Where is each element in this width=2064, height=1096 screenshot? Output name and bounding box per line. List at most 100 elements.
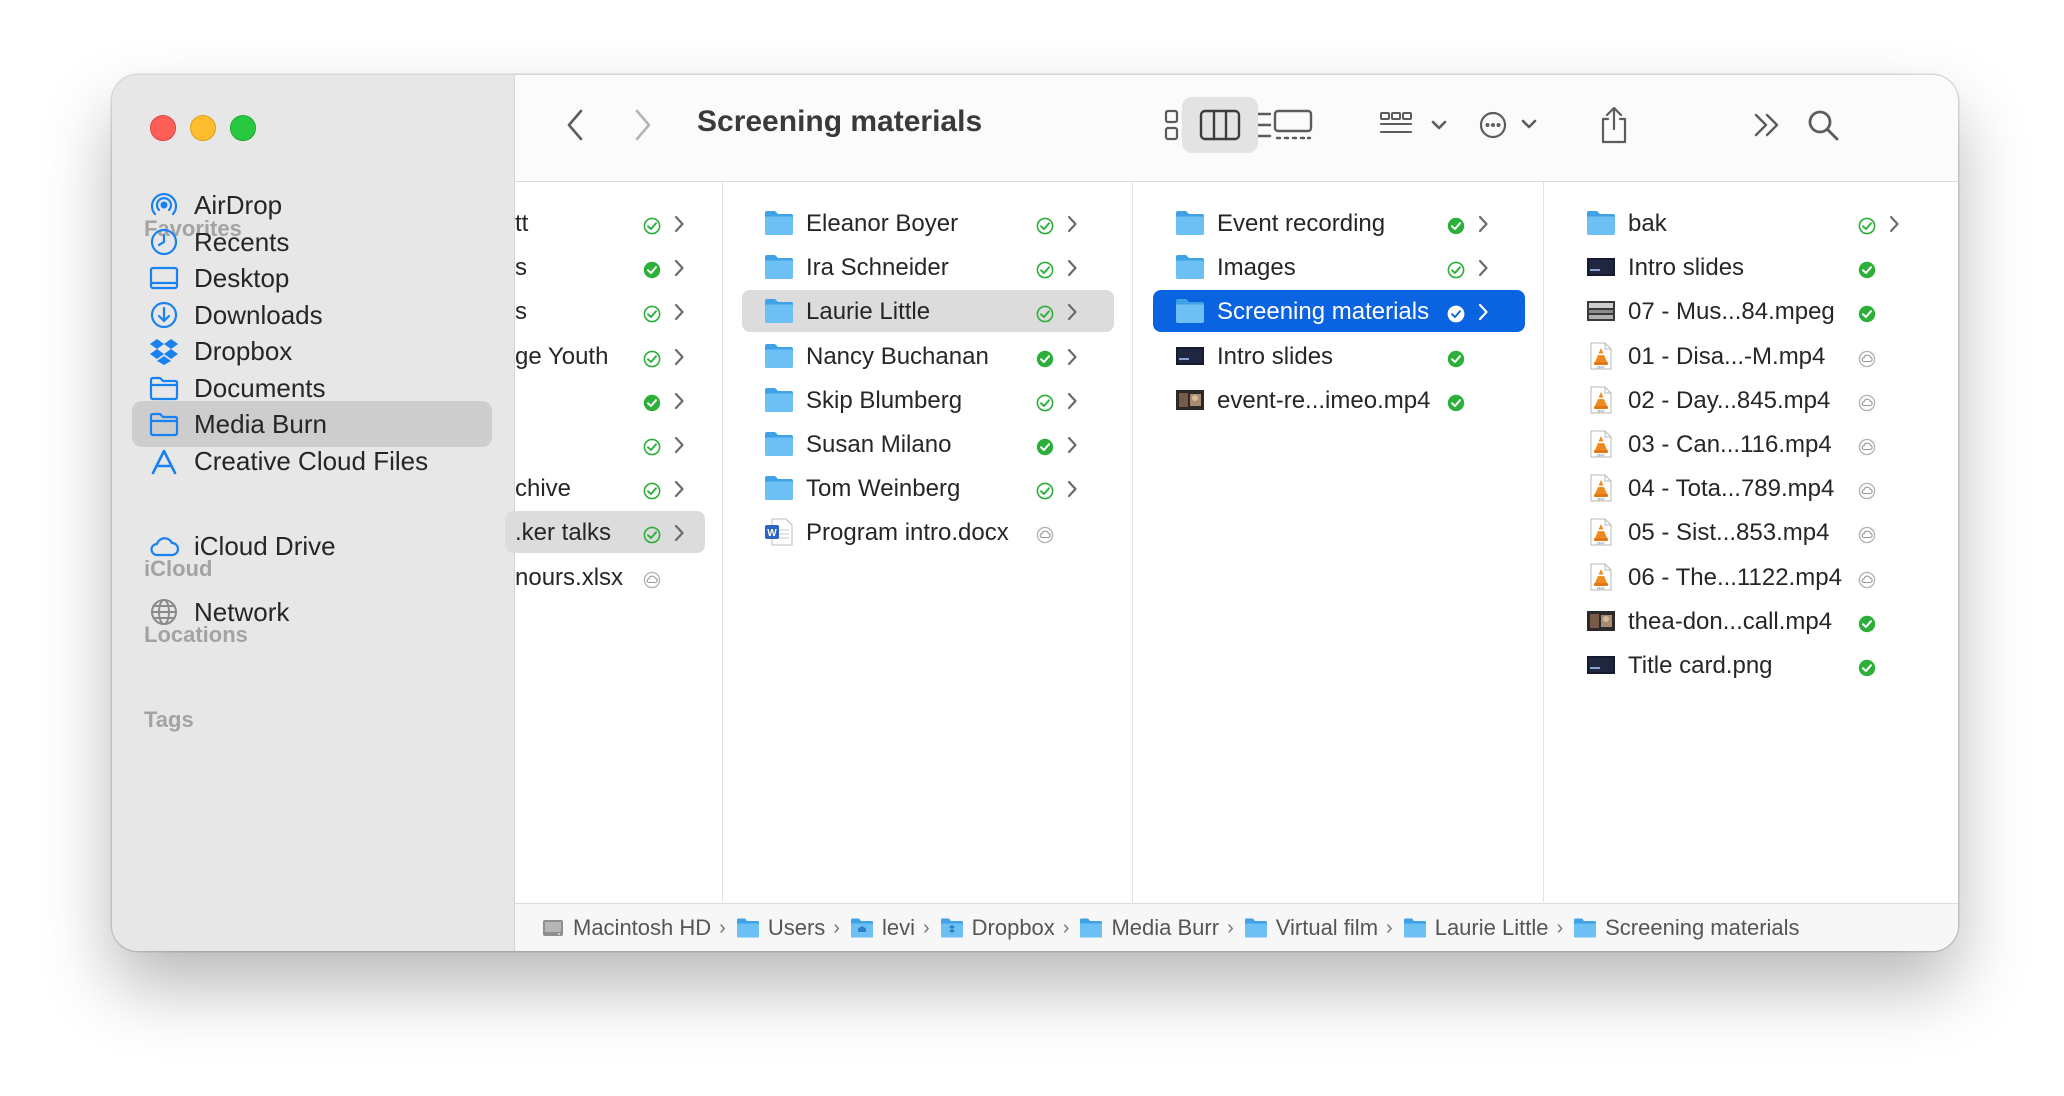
sidebar-item-creative-cloud-files[interactable]: Creative Cloud Files	[132, 438, 492, 484]
group-by-button[interactable]	[1377, 103, 1457, 147]
disclosure	[673, 257, 685, 277]
back-button[interactable]	[555, 105, 595, 145]
file-row-thea-don-call-mp4[interactable]: thea-don...call.mp4	[1564, 600, 1936, 642]
close-button[interactable]	[150, 115, 176, 141]
folder-row-ira-schneider[interactable]: Ira Schneider	[742, 246, 1114, 288]
path-crumb-virtual-film[interactable]: Virtual film	[1244, 915, 1378, 941]
sync-status	[643, 479, 661, 500]
file-row-nours-xlsx[interactable]: nours.xlsx	[505, 556, 705, 598]
path-crumb-dropbox[interactable]: Dropbox	[940, 915, 1055, 941]
slide-icon	[1175, 342, 1205, 370]
file-row-07-mus-84-mpeg[interactable]: 07 - Mus...84.mpeg	[1564, 290, 1936, 332]
disclosure	[1066, 301, 1078, 321]
svg-text:M4V: M4V	[1597, 498, 1605, 502]
folder-row-skip-blumberg[interactable]: Skip Blumberg	[742, 379, 1114, 421]
zoom-button[interactable]	[230, 115, 256, 141]
share-button[interactable]	[1589, 97, 1639, 153]
path-crumb-laurie-little[interactable]: Laurie Little	[1403, 915, 1548, 941]
chevron-right-icon	[674, 392, 684, 409]
sync-status	[643, 523, 661, 544]
file-row-01-disa-m-mp4[interactable]: M4V 01 - Disa...-M.mp4	[1564, 335, 1936, 377]
chevron-right-icon	[1478, 260, 1488, 277]
path-crumb-screening-materials[interactable]: Screening materials	[1573, 915, 1800, 941]
minimize-button[interactable]	[190, 115, 216, 141]
file-row-s[interactable]: s	[505, 246, 705, 288]
synced-check-icon	[1858, 261, 1876, 279]
folder-row-event-recording[interactable]: Event recording	[1153, 202, 1525, 244]
sidebar-item-network[interactable]: Network	[132, 589, 492, 635]
path-separator-icon: ›	[1556, 916, 1564, 939]
action-menu-button[interactable]	[1475, 103, 1555, 147]
path-separator-icon: ›	[1227, 916, 1234, 939]
file-row-02-day-845-mp4[interactable]: M4V 02 - Day...845.mp4	[1564, 379, 1936, 421]
chevron-right-icon	[1067, 481, 1077, 498]
folder-row-bak[interactable]: bak	[1564, 202, 1936, 244]
search-button[interactable]	[1799, 101, 1847, 149]
path-crumb-users[interactable]: Users	[736, 915, 825, 941]
chevron-right-icon	[635, 109, 651, 141]
available-offline-check-icon	[643, 350, 661, 367]
available-offline-check-icon	[643, 217, 661, 235]
folder-row-susan-milano[interactable]: Susan Milano	[742, 423, 1114, 465]
column-view-button[interactable]	[1182, 97, 1258, 153]
more-circle-icon	[1479, 111, 1537, 139]
folder-row-screening-materials[interactable]: Screening materials	[1153, 290, 1525, 333]
folder-icon	[764, 209, 794, 237]
folder-icon	[1175, 209, 1205, 237]
folder-icon	[1079, 917, 1111, 939]
path-crumb-media-burr[interactable]: Media Burr	[1079, 915, 1219, 941]
folder-row-eleanor-boyer[interactable]: Eleanor Boyer	[742, 202, 1114, 244]
path-separator-icon: ›	[1386, 916, 1393, 939]
file-row-program-intro-docx[interactable]: W Program intro.docx	[742, 511, 1114, 553]
sidebar-item-label: Desktop	[194, 262, 290, 293]
more-toolbar-button[interactable]	[1745, 103, 1789, 147]
disclosure	[673, 434, 685, 454]
sync-status	[1036, 523, 1054, 544]
folder-icon	[765, 432, 793, 456]
forward-button[interactable]	[623, 105, 663, 145]
gallery-view-button[interactable]	[1265, 103, 1321, 147]
file-row-04-tota-789-mp4[interactable]: M4V 04 - Tota...789.mp4	[1564, 467, 1936, 509]
file-row-chive[interactable]: chive	[505, 467, 705, 509]
video-thumbnail-icon	[1587, 610, 1615, 631]
file-row-event-re-imeo-mp4[interactable]: event-re...imeo.mp4	[1153, 379, 1525, 421]
sidebar-item-icloud-drive[interactable]: iCloud Drive	[132, 523, 492, 569]
folder-row-laurie-little[interactable]: Laurie Little	[742, 290, 1114, 333]
file-row-intro-slides[interactable]: Intro slides	[1153, 335, 1525, 377]
file-row-03-can-116-mp4[interactable]: M4V 03 - Can...116.mp4	[1564, 423, 1936, 465]
file-row-ge-youth[interactable]: ge Youth	[505, 335, 705, 377]
sync-status	[1036, 302, 1054, 323]
folder-icon	[736, 917, 768, 939]
path-crumb-macintosh-hd[interactable]: Macintosh HD	[541, 915, 711, 941]
folder-icon	[765, 255, 793, 280]
image-thumbnail-icon	[1587, 656, 1615, 674]
folder-row-tom-weinberg[interactable]: Tom Weinberg	[742, 467, 1114, 509]
folder-icon	[1587, 211, 1615, 235]
path-crumb-label: Macintosh HD	[573, 915, 712, 940]
file-row-item[interactable]	[505, 379, 705, 421]
folder-row-nancy-buchanan[interactable]: Nancy Buchanan	[742, 335, 1114, 377]
chevron-right-icon	[1889, 215, 1899, 233]
file-row-item[interactable]	[505, 423, 705, 465]
file-row-ker-talks[interactable]: .ker talks	[505, 511, 705, 554]
folder-icon	[1586, 209, 1616, 237]
file-row-title-card-png[interactable]: Title card.png	[1564, 644, 1936, 686]
file-row-tt[interactable]: tt	[505, 202, 705, 244]
item-name: ge Youth	[515, 342, 609, 370]
disclosure	[673, 213, 685, 233]
folder-row-images[interactable]: Images	[1153, 246, 1525, 288]
sidebar-item-label: iCloud Drive	[194, 530, 336, 561]
path-crumb-levi[interactable]: levi	[850, 915, 915, 941]
file-row-05-sist-853-mp4[interactable]: M4V 05 - Sist...853.mp4	[1564, 511, 1936, 553]
item-name: Laurie Little	[806, 298, 931, 326]
file-row-intro-slides[interactable]: Intro slides	[1564, 246, 1936, 288]
item-name: s	[515, 254, 527, 282]
vlc-video-file-icon: M4V	[1590, 518, 1612, 546]
path-bar: Macintosh HD › Users › levi › Dropbox › Media Bu…	[515, 903, 1958, 951]
image-thumbnail-icon	[1587, 258, 1615, 277]
file-row-s[interactable]: s	[505, 290, 705, 332]
share-icon	[1601, 106, 1627, 144]
file-row-06-the-1122-mp4[interactable]: M4V 06 - The...1122.mp4	[1564, 556, 1936, 598]
svg-text:M4V: M4V	[1597, 454, 1605, 458]
vlc-video-file-icon: M4V	[1590, 386, 1612, 414]
